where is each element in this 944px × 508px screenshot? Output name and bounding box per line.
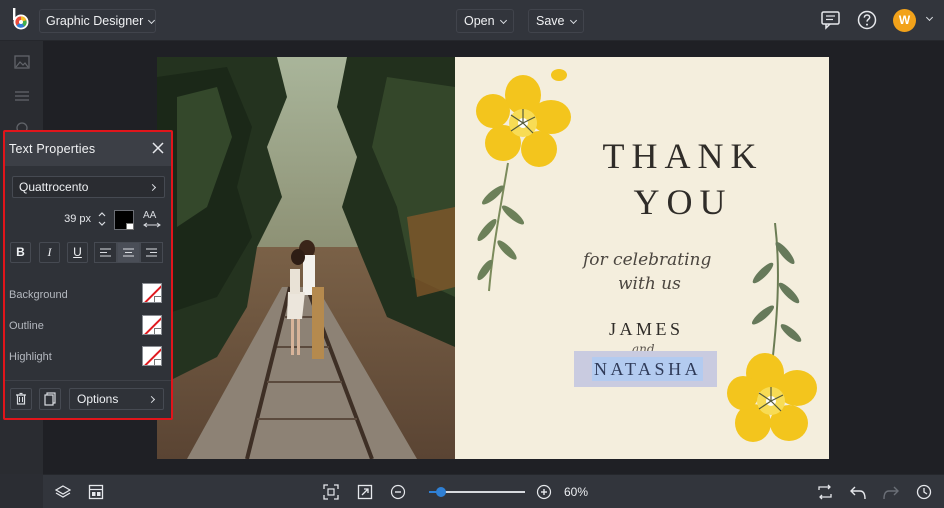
- bold-button[interactable]: B: [10, 242, 31, 263]
- font-family-selector[interactable]: Quattrocento: [12, 176, 165, 198]
- chevron-down-icon: [154, 359, 161, 365]
- chevron-down-icon: [499, 16, 507, 25]
- open-menu-button[interactable]: Open: [456, 9, 514, 33]
- panel-divider: [5, 380, 171, 381]
- trash-icon: [16, 392, 26, 405]
- you-heading[interactable]: YOU: [455, 181, 829, 223]
- outline-color-swatch[interactable]: [142, 315, 162, 335]
- chevron-right-icon: [148, 183, 157, 192]
- italic-button[interactable]: I: [39, 242, 60, 263]
- chevron-down-icon[interactable]: [925, 13, 934, 22]
- align-center-button[interactable]: [117, 242, 140, 263]
- spacing-arrow-icon: [143, 222, 161, 228]
- fit-screen-icon[interactable]: [323, 484, 339, 500]
- comment-icon[interactable]: [820, 9, 842, 31]
- panel-title: Text Properties: [9, 142, 96, 156]
- couple-on-railway-image: [157, 57, 455, 459]
- image-tool-icon[interactable]: [14, 55, 30, 69]
- yellow-flower-top-illustration: [476, 69, 571, 292]
- duplicate-icon: [44, 392, 56, 406]
- options-button[interactable]: Options: [69, 388, 164, 410]
- chevron-down-icon: [154, 296, 161, 302]
- align-right-button[interactable]: [140, 242, 163, 263]
- name-natasha-text[interactable]: NATASHA: [592, 357, 704, 381]
- save-menu-button[interactable]: Save: [528, 9, 584, 33]
- highlight-label: Highlight: [9, 351, 52, 363]
- align-left-button[interactable]: [94, 242, 117, 263]
- chevron-down-icon: [126, 223, 134, 230]
- font-family-value: Quattrocento: [19, 180, 89, 194]
- layers-icon[interactable]: [55, 484, 71, 500]
- name-james-text[interactable]: JAMES: [609, 319, 684, 340]
- align-center-icon: [123, 248, 134, 257]
- adjust-tool-icon[interactable]: [14, 89, 30, 103]
- user-avatar[interactable]: W: [893, 9, 916, 32]
- outline-label: Outline: [9, 320, 44, 332]
- history-icon[interactable]: [916, 484, 932, 500]
- duplicate-button[interactable]: [39, 388, 61, 410]
- undo-icon[interactable]: [850, 484, 866, 500]
- yellow-flower-bottom-illustration: [727, 223, 817, 442]
- background-label: Background: [9, 289, 68, 301]
- zoom-slider-handle[interactable]: [436, 487, 446, 497]
- zoom-out-icon[interactable]: [390, 484, 406, 500]
- align-left-icon: [100, 248, 111, 257]
- font-size-field[interactable]: 39 px: [12, 208, 107, 230]
- chevron-down-icon: [569, 16, 577, 25]
- text-case-button[interactable]: AA: [143, 210, 161, 228]
- zoom-slider[interactable]: [429, 487, 525, 497]
- mode-selector-label: Graphic Designer: [46, 14, 144, 28]
- zoom-level-text: 60%: [564, 485, 589, 499]
- thank-heading[interactable]: THANK: [455, 135, 829, 177]
- font-size-stepper[interactable]: [97, 209, 107, 229]
- redo-icon[interactable]: [883, 484, 899, 500]
- options-label: Options: [77, 392, 119, 406]
- close-icon[interactable]: [151, 141, 165, 155]
- bottom-toolbar: 60%: [43, 474, 944, 508]
- couple-photo[interactable]: [157, 57, 455, 459]
- text-case-label: AA: [143, 210, 157, 221]
- delete-button[interactable]: [10, 388, 32, 410]
- templates-icon[interactable]: [88, 484, 104, 500]
- panel-header: Text Properties: [5, 132, 171, 166]
- design-canvas[interactable]: THANK YOU for celebrating with us JAMES …: [157, 57, 829, 459]
- for-celebrating-text[interactable]: for celebrating: [583, 250, 711, 270]
- with-us-text[interactable]: with us: [618, 274, 681, 294]
- chevron-right-icon: [147, 395, 156, 404]
- swap-icon[interactable]: [817, 484, 833, 500]
- font-size-value: 39 px: [64, 213, 91, 225]
- open-menu-label: Open: [464, 14, 495, 28]
- zoom-in-icon[interactable]: [536, 484, 552, 500]
- top-bar: Graphic Designer Open Save W: [0, 0, 944, 41]
- help-icon[interactable]: [856, 9, 878, 31]
- mode-selector[interactable]: Graphic Designer: [39, 9, 156, 33]
- chevron-down-icon: [148, 16, 156, 25]
- expand-icon[interactable]: [357, 484, 373, 500]
- save-menu-label: Save: [536, 14, 565, 28]
- underline-button[interactable]: U: [67, 242, 88, 263]
- chevron-down-icon: [154, 328, 161, 334]
- highlight-color-swatch[interactable]: [142, 346, 162, 366]
- align-right-icon: [146, 248, 157, 257]
- text-color-swatch[interactable]: [114, 210, 134, 230]
- logo-icon[interactable]: [11, 8, 31, 30]
- text-properties-panel: Text Properties Quattrocento 39 px AA B …: [3, 130, 173, 420]
- background-color-swatch[interactable]: [142, 283, 162, 303]
- card-text-panel[interactable]: THANK YOU for celebrating with us JAMES …: [455, 57, 829, 459]
